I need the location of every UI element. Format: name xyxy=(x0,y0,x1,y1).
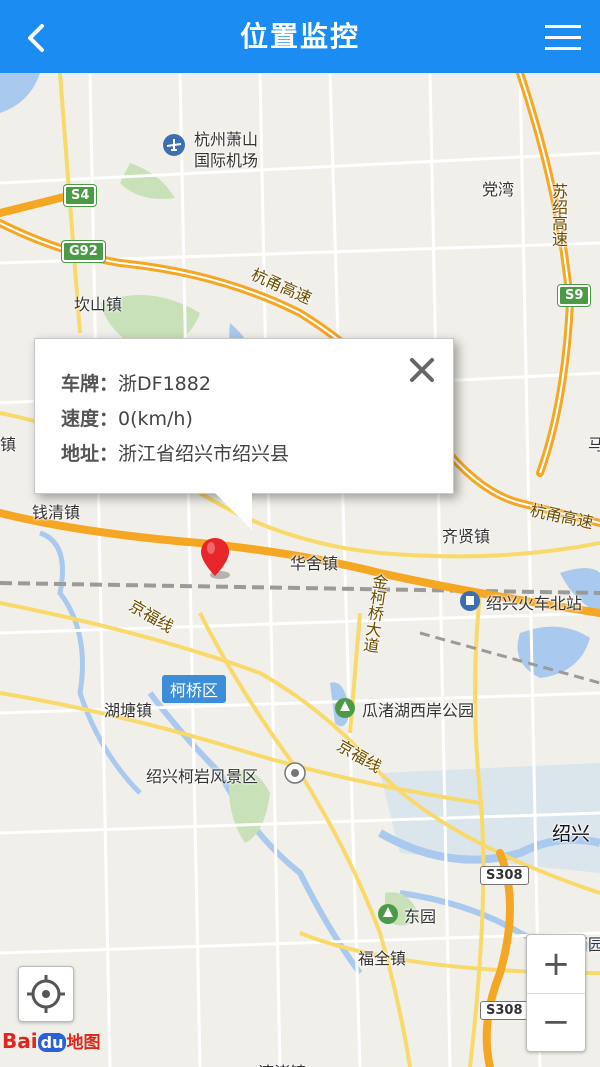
map-label: 绍兴 xyxy=(552,823,591,845)
address-key: 地址： xyxy=(61,443,119,465)
locate-button[interactable] xyxy=(18,966,74,1022)
highway-shield: S4 xyxy=(64,185,97,206)
scenic-icon xyxy=(284,762,306,784)
logo-text-ditu: 地图 xyxy=(66,1033,101,1053)
map-label: 湖塘镇 xyxy=(104,701,153,720)
speed-value: 0(km/h) xyxy=(118,408,193,430)
map-pin-icon[interactable] xyxy=(198,536,232,580)
logo-text-bai: Bai xyxy=(2,1029,38,1053)
top-bar: 位置监控 xyxy=(0,0,600,73)
address-row: 地址：浙江省绍兴市绍兴县 xyxy=(61,439,289,466)
highway-shield: S9 xyxy=(558,285,591,306)
road-shield: S308 xyxy=(480,1001,529,1020)
map-label: 国际机场 xyxy=(194,151,259,170)
vehicle-info-popup: 车牌：浙DF1882 速度：0(km/h) 地址：浙江省绍兴市绍兴县 xyxy=(34,338,454,494)
zoom-controls: + − xyxy=(526,934,586,1052)
map-label: 坎山镇 xyxy=(74,295,123,314)
map-label: 党湾 xyxy=(482,180,515,199)
park-icon xyxy=(335,698,355,718)
map-label: 绍兴火车北站 xyxy=(486,594,583,613)
zoom-in-button[interactable]: + xyxy=(527,935,585,994)
map-label: 漓渚镇 xyxy=(258,1059,306,1067)
baidu-map-logo: Bai du 地图 xyxy=(2,1028,100,1064)
close-icon xyxy=(410,358,434,382)
map-label: 瓜渚湖西岸公园 xyxy=(362,701,475,720)
map-label: 镇 xyxy=(0,435,17,454)
locate-target-icon xyxy=(27,975,65,1013)
speed-key: 速度： xyxy=(61,408,119,430)
map-label: 东园 xyxy=(404,907,437,926)
zoom-out-button[interactable]: − xyxy=(527,993,585,1051)
plate-key: 车牌： xyxy=(61,373,119,395)
district-badge: 柯桥区 xyxy=(162,675,227,703)
highway-shield: G92 xyxy=(62,241,105,262)
train-station-icon xyxy=(460,591,480,611)
map-label: 钱清镇 xyxy=(32,503,81,522)
hamburger-menu-icon xyxy=(545,25,581,50)
popup-pointer xyxy=(212,490,252,530)
plate-value: 浙DF1882 xyxy=(118,373,211,395)
logo-text-du: du xyxy=(37,1033,67,1052)
map-label: 福全镇 xyxy=(358,949,407,968)
airport-icon xyxy=(163,134,185,156)
page-title: 位置监控 xyxy=(239,20,360,53)
road-label: 苏绍高速 xyxy=(549,183,568,247)
map-label: 马 xyxy=(588,435,600,454)
road-shield: S308 xyxy=(480,866,529,885)
speed-row: 速度：0(km/h) xyxy=(61,404,193,431)
map-label: 齐贤镇 xyxy=(442,527,491,546)
map-view[interactable]: 杭州萧山 国际机场 党湾 坎山镇 杭甬高速 杭甬高速 苏绍高速 钱清镇 齐贤镇 … xyxy=(0,73,600,1067)
menu-button[interactable] xyxy=(544,20,582,54)
map-label: 华舍镇 xyxy=(290,554,339,573)
park-icon xyxy=(378,904,398,924)
map-label: 绍兴柯岩风景区 xyxy=(146,767,259,786)
plate-row: 车牌：浙DF1882 xyxy=(61,369,211,396)
popup-close-button[interactable] xyxy=(407,355,437,385)
address-value: 浙江省绍兴市绍兴县 xyxy=(118,443,290,465)
